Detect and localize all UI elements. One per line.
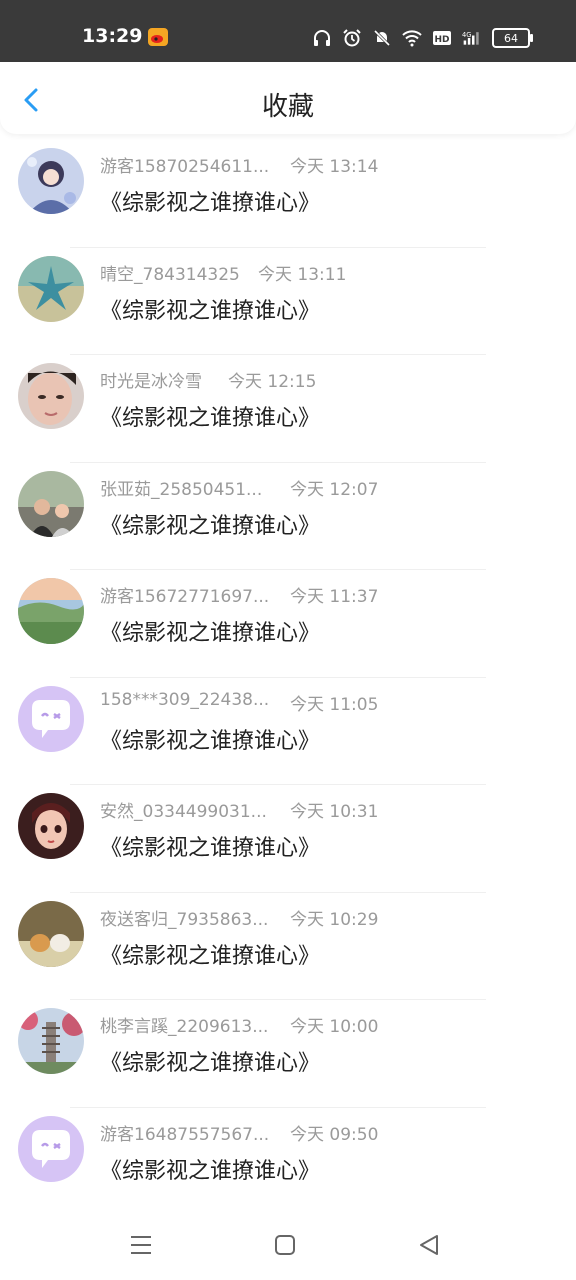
item-meta: 游客15870254611... 今天 13:14 bbox=[100, 152, 378, 177]
timestamp: 今天 13:11 bbox=[258, 264, 347, 285]
list-item[interactable]: 安然_0334499031... 今天 10:31 《综影视之谁撩谁心》 bbox=[0, 785, 576, 893]
user-name: 158***309_22438... bbox=[100, 689, 270, 710]
signal-4g-icon: 4G bbox=[462, 31, 479, 45]
pagoda-avatar[interactable] bbox=[18, 1008, 84, 1074]
item-meta: 158***309_22438... 今天 11:05 bbox=[100, 689, 378, 715]
default-chat-avatar[interactable] bbox=[18, 1115, 84, 1182]
item-meta: 张亚茹_25850451... 今天 12:07 bbox=[100, 475, 378, 500]
mute-notification-icon bbox=[373, 29, 391, 47]
user-name: 夜送客归_7935863... bbox=[100, 909, 269, 930]
item-meta: 时光是冰冷雪 今天 12:15 bbox=[100, 367, 316, 392]
user-name: 晴空_784314325 bbox=[100, 264, 240, 285]
list-item[interactable]: 158***309_22438... 今天 11:05 《综影视之谁撩谁心》 bbox=[0, 678, 576, 785]
user-name: 桃李言蹊_2209613... bbox=[100, 1017, 269, 1037]
anime-girl-avatar[interactable] bbox=[18, 148, 84, 214]
item-meta: 晴空_784314325 今天 13:11 bbox=[100, 260, 346, 285]
item-meta: 安然_0334499031... 今天 10:31 bbox=[100, 797, 378, 822]
svg-text:4G: 4G bbox=[462, 31, 471, 39]
home-square-icon[interactable] bbox=[272, 1232, 298, 1258]
app-header: 收藏 bbox=[0, 62, 576, 134]
page-title: 收藏 bbox=[261, 92, 314, 122]
list-item[interactable]: 游客15672771697... 今天 11:37 《综影视之谁撩谁心》 bbox=[0, 570, 576, 678]
timestamp: 今天 10:00 bbox=[290, 1017, 379, 1037]
weibo-icon bbox=[148, 28, 168, 46]
timestamp: 今天 11:05 bbox=[290, 694, 379, 715]
doll-avatar[interactable] bbox=[18, 793, 84, 859]
timestamp: 今天 11:37 bbox=[290, 587, 379, 607]
face-avatar[interactable] bbox=[18, 363, 84, 429]
book-title[interactable]: 《综影视之谁撩谁心》 bbox=[100, 938, 320, 970]
user-name: 游客15672771697... bbox=[100, 587, 270, 607]
user-name: 游客15870254611... bbox=[100, 157, 270, 177]
menu-icon[interactable] bbox=[128, 1232, 154, 1258]
user-name: 安然_0334499031... bbox=[100, 802, 267, 822]
list-item[interactable]: 张亚茹_25850451... 今天 12:07 《综影视之谁撩谁心》 bbox=[0, 463, 576, 570]
dog-avatar[interactable] bbox=[18, 900, 84, 967]
list-item[interactable]: 时光是冰冷雪 今天 12:15 《综影视之谁撩谁心》 bbox=[0, 355, 576, 463]
status-bar: 13:29 HD 4G 64 bbox=[0, 0, 576, 62]
user-name: 张亚茹_25850451... bbox=[100, 479, 263, 500]
item-meta: 游客15672771697... 今天 11:37 bbox=[100, 582, 378, 607]
battery-indicator: 64 bbox=[492, 28, 533, 48]
item-meta: 游客16487557567... 今天 09:50 bbox=[100, 1120, 378, 1145]
book-title[interactable]: 《综影视之谁撩谁心》 bbox=[100, 1045, 320, 1077]
book-title[interactable]: 《综影视之谁撩谁心》 bbox=[100, 185, 320, 217]
list-item[interactable]: 游客16487557567... 今天 09:50 《综影视之谁撩谁心》 bbox=[0, 1108, 576, 1215]
status-time: 13:29 bbox=[82, 25, 143, 47]
timestamp: 今天 09:50 bbox=[290, 1124, 379, 1145]
user-name: 时光是冰冷雪 bbox=[100, 372, 202, 392]
user-name: 游客16487557567... bbox=[100, 1124, 270, 1145]
timestamp: 今天 13:14 bbox=[290, 157, 379, 177]
book-title[interactable]: 《综影视之谁撩谁心》 bbox=[100, 615, 320, 647]
list-item[interactable]: 游客15870254611... 今天 13:14 《综影视之谁撩谁心》 bbox=[0, 140, 576, 248]
item-meta: 桃李言蹊_2209613... 今天 10:00 bbox=[100, 1012, 378, 1037]
couple-avatar[interactable] bbox=[18, 470, 84, 537]
headphones-icon bbox=[314, 30, 330, 46]
svg-text:HD: HD bbox=[434, 35, 449, 45]
book-title[interactable]: 《综影视之谁撩谁心》 bbox=[100, 723, 320, 755]
system-nav-bar bbox=[0, 1212, 576, 1280]
alarm-icon bbox=[343, 29, 361, 47]
timestamp: 今天 10:29 bbox=[290, 909, 379, 930]
list-item[interactable]: 晴空_784314325 今天 13:11 《综影视之谁撩谁心》 bbox=[0, 248, 576, 355]
list-item[interactable]: 桃李言蹊_2209613... 今天 10:00 《综影视之谁撩谁心》 bbox=[0, 1000, 576, 1108]
back-triangle-icon[interactable] bbox=[416, 1232, 442, 1258]
timestamp: 今天 12:15 bbox=[228, 372, 317, 392]
list-item[interactable]: 夜送客归_7935863... 今天 10:29 《综影视之谁撩谁心》 bbox=[0, 893, 576, 1000]
hd-icon: HD bbox=[433, 31, 451, 45]
book-title[interactable]: 《综影视之谁撩谁心》 bbox=[100, 508, 320, 540]
starfish-avatar[interactable] bbox=[18, 255, 84, 322]
book-title[interactable]: 《综影视之谁撩谁心》 bbox=[100, 400, 320, 432]
landscape-avatar[interactable] bbox=[18, 578, 84, 644]
status-icons: HD 4G 64 bbox=[312, 28, 533, 48]
timestamp: 今天 12:07 bbox=[290, 479, 379, 500]
item-meta: 夜送客归_7935863... 今天 10:29 bbox=[100, 905, 378, 930]
default-chat-avatar[interactable] bbox=[18, 685, 84, 752]
book-title[interactable]: 《综影视之谁撩谁心》 bbox=[100, 293, 320, 325]
favorites-list: 游客15870254611... 今天 13:14 《综影视之谁撩谁心》 晴空_… bbox=[0, 140, 576, 1215]
wifi-icon bbox=[402, 30, 422, 47]
book-title[interactable]: 《综影视之谁撩谁心》 bbox=[100, 830, 320, 862]
book-title[interactable]: 《综影视之谁撩谁心》 bbox=[100, 1153, 320, 1185]
timestamp: 今天 10:31 bbox=[290, 802, 379, 822]
